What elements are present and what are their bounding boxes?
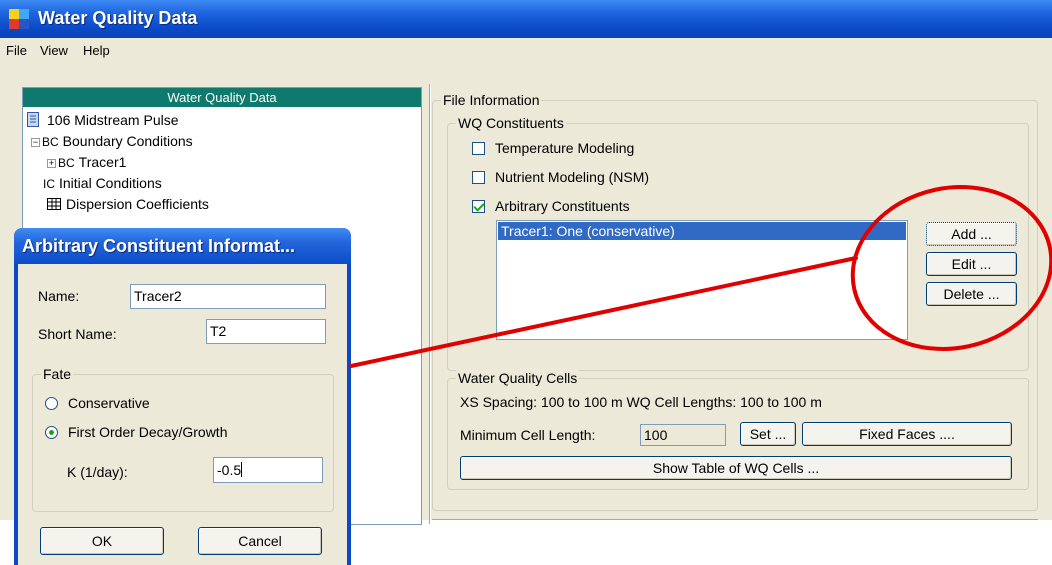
list-item[interactable]: Tracer1: One (conservative) xyxy=(498,222,906,240)
name-field[interactable]: Tracer2 xyxy=(130,284,326,309)
arbitrary-label: Arbitrary Constituents xyxy=(495,198,630,214)
arbitrary-constituent-dialog: Arbitrary Constituent Informat... Name: … xyxy=(14,228,351,565)
nutrient-checkbox[interactable] xyxy=(472,171,485,184)
tree-item-project[interactable]: 106 Midstream Pulse xyxy=(27,110,179,131)
tree-item-tracer1[interactable]: + BC Tracer1 xyxy=(47,152,126,173)
text-cursor xyxy=(241,462,243,477)
cancel-button[interactable]: Cancel xyxy=(198,527,322,555)
dialog-body: Name: Tracer2 Short Name: T2 Fate Conser… xyxy=(18,264,347,565)
document-icon xyxy=(27,112,39,127)
file-information-group: File Information WQ Constituents Tempera… xyxy=(432,92,1038,511)
conservative-label: Conservative xyxy=(68,395,150,411)
wq-cells-summary: XS Spacing: 100 to 100 m WQ Cell Lengths… xyxy=(460,394,822,410)
tree-item-initial-conditions[interactable]: IC Initial Conditions xyxy=(43,173,162,194)
dialog-title-bar[interactable]: Arbitrary Constituent Informat... xyxy=(14,228,351,264)
fate-legend: Fate xyxy=(41,366,74,382)
tree-item-dispersion[interactable]: Dispersion Coefficients xyxy=(47,194,209,215)
dialog-title: Arbitrary Constituent Informat... xyxy=(22,236,296,256)
k-label: K (1/day): xyxy=(67,464,128,480)
app-icon xyxy=(9,9,29,29)
tree-item-label: Dispersion Coefficients xyxy=(66,196,209,212)
min-cell-length-field[interactable]: 100 xyxy=(640,424,726,446)
name-label: Name: xyxy=(38,288,80,304)
edit-button[interactable]: Edit ... xyxy=(926,252,1017,276)
status-divider xyxy=(432,519,1038,521)
wq-cells-group: Water Quality Cells XS Spacing: 100 to 1… xyxy=(447,370,1029,490)
wq-cells-legend: Water Quality Cells xyxy=(456,370,580,386)
decay-option[interactable]: First Order Decay/Growth xyxy=(45,422,227,442)
menu-bar: File View Help xyxy=(0,38,1052,64)
tree-item-boundary-conditions[interactable]: − BC Boundary Conditions xyxy=(31,131,193,152)
expand-icon[interactable]: + xyxy=(47,158,56,168)
constituent-list[interactable]: Tracer1: One (conservative) xyxy=(496,220,908,340)
k-field[interactable]: -0.5 xyxy=(213,457,323,483)
min-cell-length-label: Minimum Cell Length: xyxy=(460,427,596,443)
nutrient-label: Nutrient Modeling (NSM) xyxy=(495,169,650,185)
temperature-checkbox-row[interactable]: Temperature Modeling xyxy=(472,138,634,158)
wq-constituents-group: WQ Constituents Temperature Modeling Nut… xyxy=(447,115,1029,371)
menu-view[interactable]: View xyxy=(40,43,68,58)
decay-radio[interactable] xyxy=(45,426,58,439)
show-wq-cells-button[interactable]: Show Table of WQ Cells ... xyxy=(460,456,1012,480)
short-name-label: Short Name: xyxy=(38,326,117,342)
collapse-icon[interactable]: − xyxy=(31,137,40,147)
temperature-checkbox[interactable] xyxy=(472,142,485,155)
fate-group: Fate Conservative First Order Decay/Grow… xyxy=(32,366,334,512)
arbitrary-checkbox-row[interactable]: Arbitrary Constituents xyxy=(472,196,630,216)
fixed-faces-button[interactable]: Fixed Faces .... xyxy=(802,422,1012,446)
tree-item-tag: BC xyxy=(58,156,75,170)
set-button[interactable]: Set ... xyxy=(740,422,796,446)
conservative-radio[interactable] xyxy=(45,397,58,410)
splitter[interactable] xyxy=(429,84,431,524)
file-information-legend: File Information xyxy=(441,92,542,108)
arbitrary-checkbox[interactable] xyxy=(472,200,485,213)
title-bar[interactable]: Water Quality Data xyxy=(0,0,1052,38)
window-title: Water Quality Data xyxy=(38,8,198,28)
nutrient-checkbox-row[interactable]: Nutrient Modeling (NSM) xyxy=(472,167,649,187)
table-icon xyxy=(47,198,61,210)
tree-item-tag: IC xyxy=(43,177,55,191)
tree-item-label: Boundary Conditions xyxy=(62,133,193,149)
delete-button[interactable]: Delete ... xyxy=(926,282,1017,306)
wq-constituents-legend: WQ Constituents xyxy=(456,115,566,131)
k-value: -0.5 xyxy=(217,462,242,478)
tree-item-tag: BC xyxy=(42,135,59,149)
short-name-field[interactable]: T2 xyxy=(206,319,326,344)
add-button[interactable]: Add ... xyxy=(926,222,1017,246)
tree-item-label: Tracer1 xyxy=(78,154,127,170)
conservative-option[interactable]: Conservative xyxy=(45,393,150,413)
menu-help[interactable]: Help xyxy=(83,43,110,58)
ok-button[interactable]: OK xyxy=(40,527,164,555)
menu-file[interactable]: File xyxy=(6,43,27,58)
tree-item-label: Initial Conditions xyxy=(59,175,162,191)
decay-label: First Order Decay/Growth xyxy=(68,424,228,440)
tree-header: Water Quality Data xyxy=(23,88,421,107)
temperature-label: Temperature Modeling xyxy=(495,140,635,156)
tree-item-label: 106 Midstream Pulse xyxy=(47,112,179,128)
